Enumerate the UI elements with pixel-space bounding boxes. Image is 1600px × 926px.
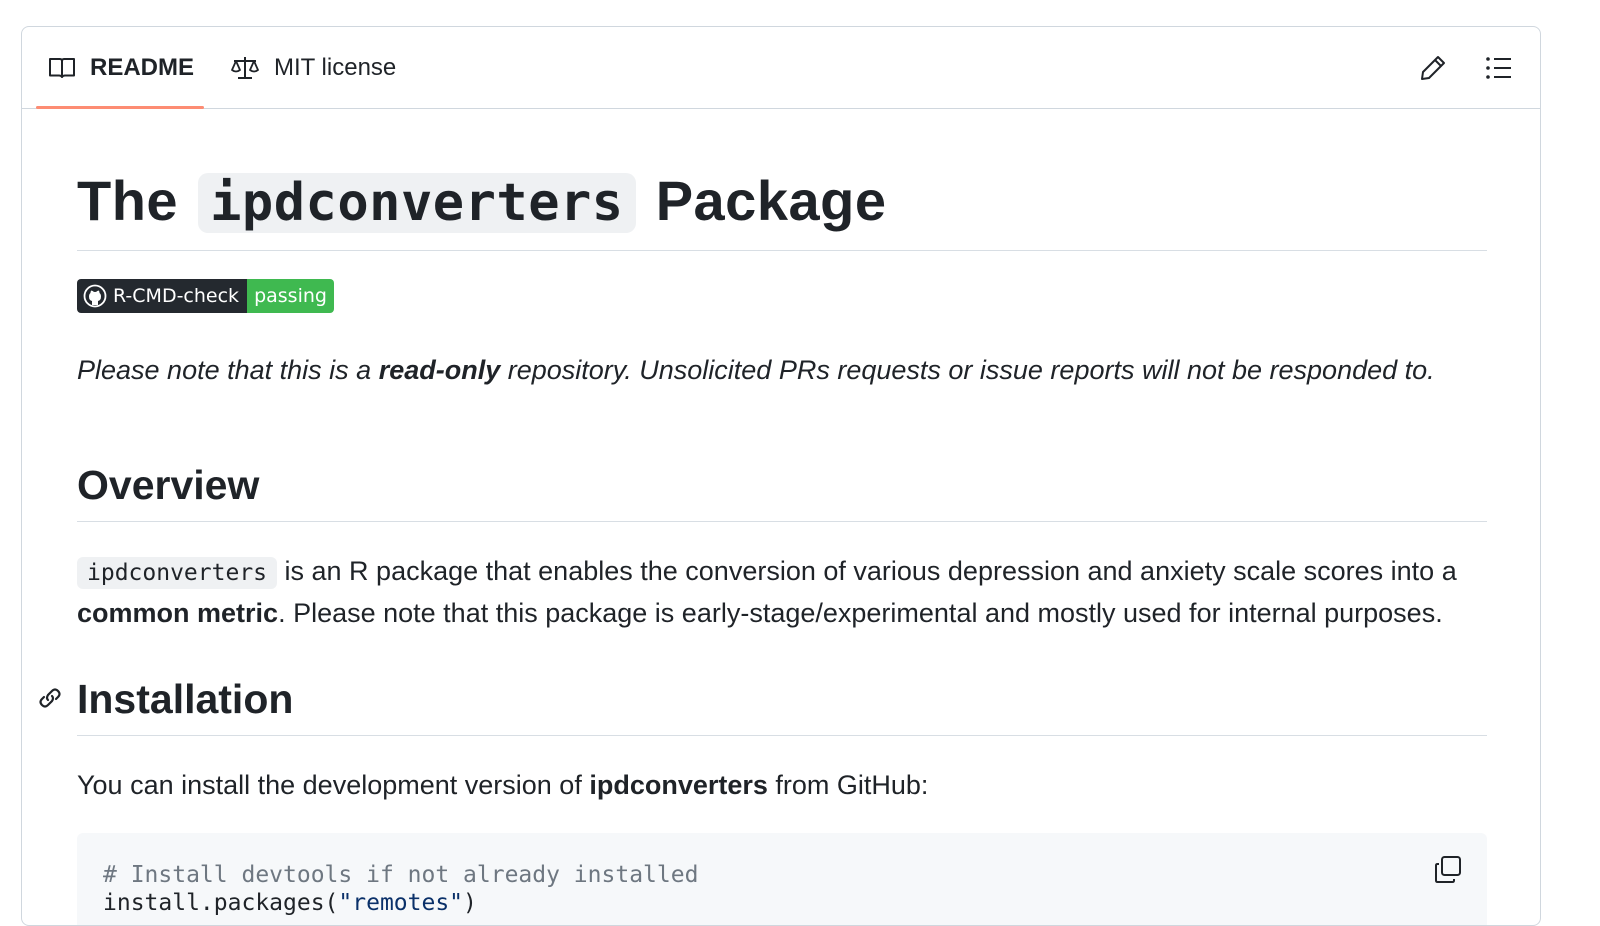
tab-license[interactable]: MIT license [230,27,396,108]
overview-heading: Overview [77,462,260,508]
pencil-icon [1421,56,1445,80]
overview-bold: common metric [77,598,279,628]
note-text-before: Please note that this is a [77,355,379,385]
tab-license-label: MIT license [274,53,397,81]
overview-inline-code: ipdconverters [77,557,278,589]
badge-status: passing [254,285,327,307]
outline-button[interactable] [1482,51,1516,85]
overview-text-1: is an R package that enables the convers… [277,556,1457,586]
badge-status-segment: passing [247,279,334,313]
installation-divider [77,735,1487,736]
tab-readme[interactable]: README [48,27,194,108]
law-scale-icon [231,56,259,79]
title-package-code: ipdconverters [198,173,636,233]
installation-paragraph: You can install the development version … [77,765,1497,805]
install-code: # Install devtools if not already instal… [103,861,698,917]
note-text-after: repository. Unsolicited PRs requests or … [500,355,1435,385]
readme-card: README MIT license The ipdconverters Pac… [21,26,1541,926]
note-bold: read-only [378,355,501,385]
edit-file-button[interactable] [1416,51,1450,85]
active-tab-underline [36,106,204,109]
copy-icon [1435,856,1461,883]
r-cmd-check-badge[interactable]: R-CMD-check passing [77,279,334,313]
page-title: The ipdconverters Package [77,169,886,235]
installation-heading: Installation [77,676,294,722]
link-icon[interactable] [35,683,65,713]
read-only-note: Please note that this is a read-only rep… [77,355,1435,386]
copy-code-button[interactable] [1431,853,1465,887]
install-text-1: You can install the development version … [77,770,590,800]
overview-text-2: . Please note that this package is early… [278,598,1443,628]
install-bold: ipdconverters [589,770,768,800]
list-unordered-icon [1486,57,1511,79]
readme-tab-bar: README MIT license [22,27,1540,109]
code-string: "remotes" [338,890,464,916]
title-divider [77,250,1487,251]
code-func: install.packages( [103,890,339,916]
title-suffix: Package [655,169,887,232]
github-icon [83,284,107,308]
overview-paragraph: ipdconverters is an R package that enabl… [77,551,1497,633]
book-icon [49,57,75,78]
tab-readme-label: README [90,53,195,81]
badge-label: R-CMD-check [113,285,240,307]
title-prefix: The [77,169,179,232]
install-text-2: from GitHub: [767,770,929,800]
code-end: ) [463,890,477,916]
code-comment-line: # Install devtools if not already instal… [103,862,699,888]
badge-label-segment: R-CMD-check [77,279,248,313]
install-code-block: # Install devtools if not already instal… [77,833,1487,925]
overview-divider [77,521,1487,522]
